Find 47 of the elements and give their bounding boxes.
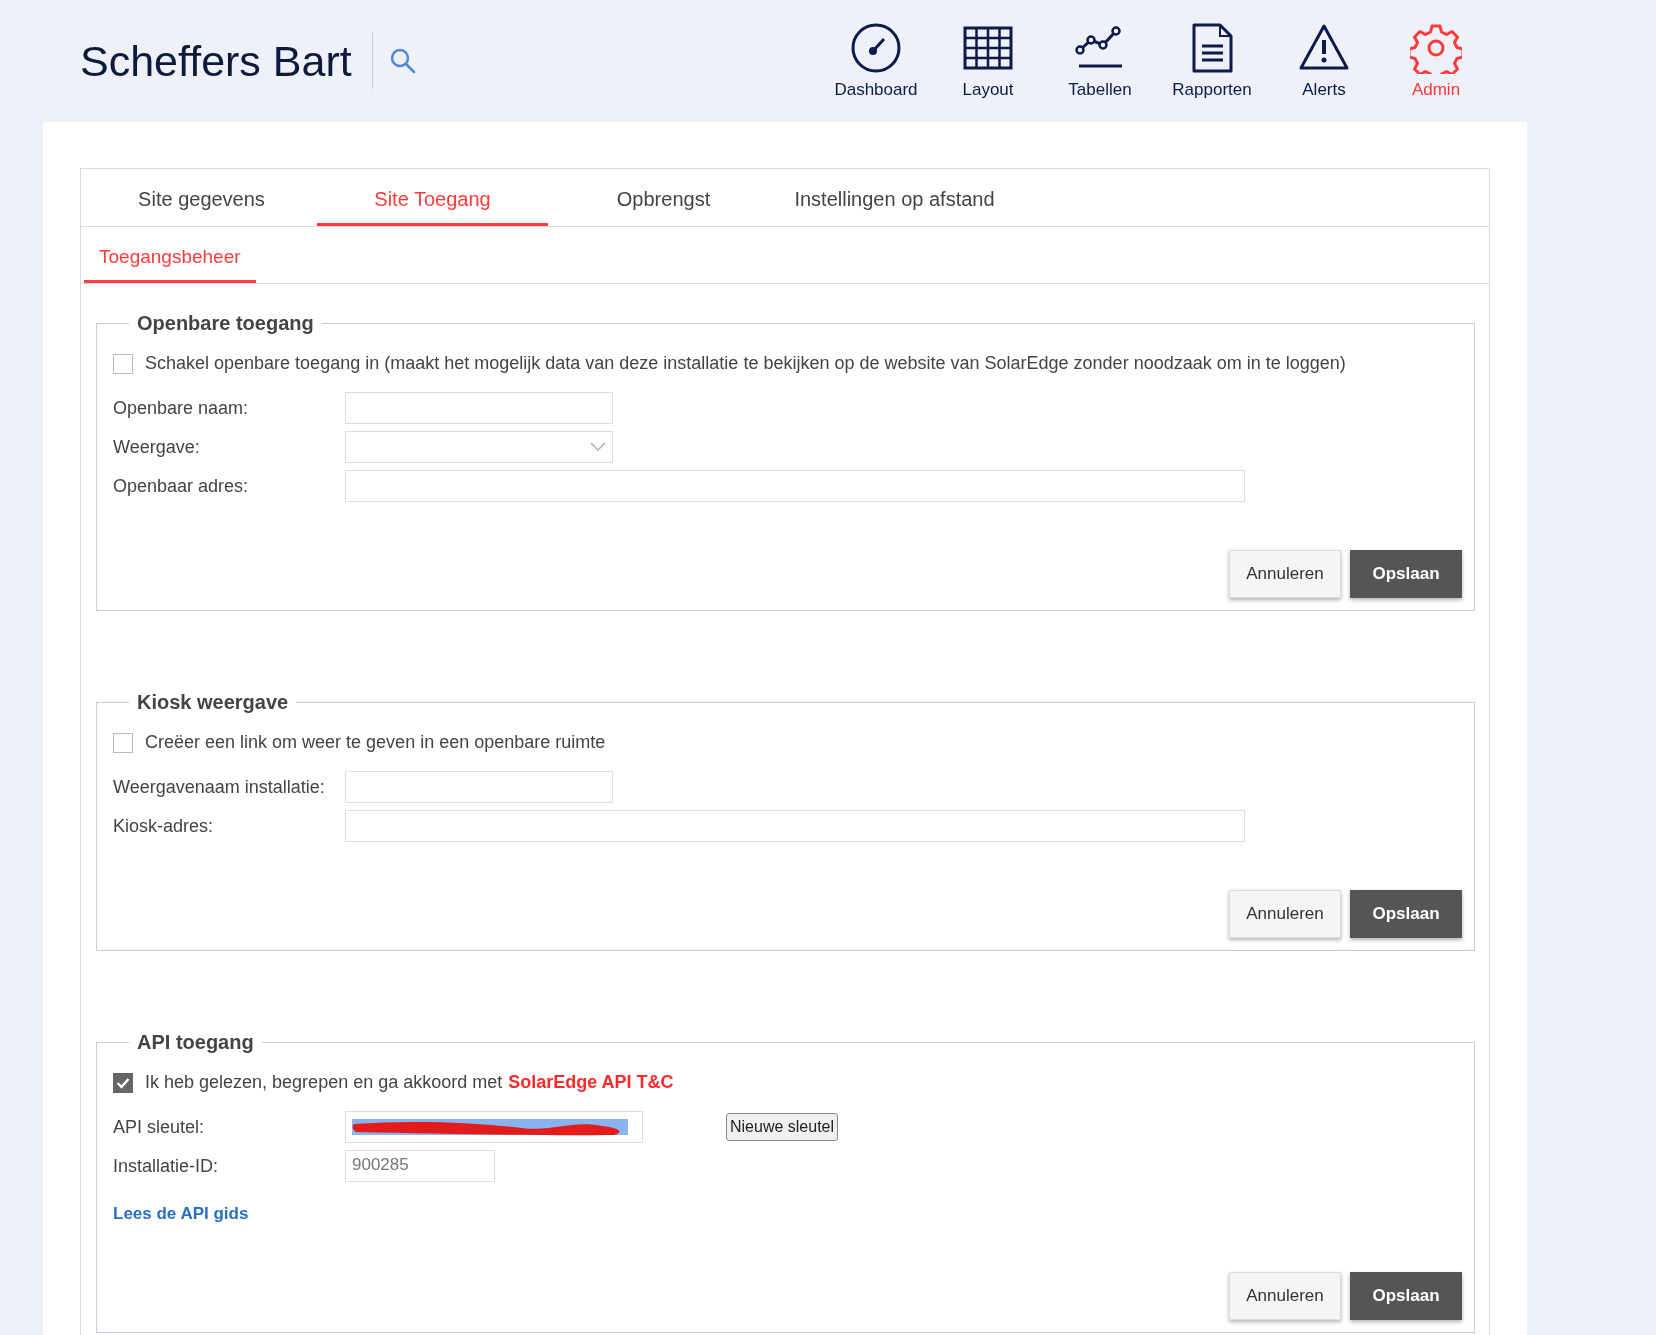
nav-item[interactable]: Tabellen [1044,22,1156,100]
nav-item[interactable]: Layout [932,22,1044,100]
tab[interactable]: Instellingen op afstand [779,169,1010,226]
id-field: 900285 [345,1150,495,1182]
tab[interactable]: Opbrengst [548,169,779,226]
checkbox-label: Schakel openbare toegang in (maakt het mogelijk data van deze installatie te bekijken op de website van SolarEdge zonder noodzaak om in te loggen) [145,353,1346,374]
terms-link[interactable]: SolarEdge API T&C [508,1072,674,1093]
checkbox[interactable] [113,353,133,374]
group-title: Kiosk weergave [136,691,290,714]
checkbox[interactable] [113,732,133,753]
cancel-button[interactable]: Annuleren [1229,1272,1341,1320]
search-icon[interactable] [388,47,417,75]
text-field[interactable] [345,470,1245,502]
field-label: Weergave: [113,436,201,458]
field-label: Openbaar adres: [113,475,250,497]
field-label: Openbare naam: [113,397,250,419]
site-title: Scheffers Bart [80,33,373,89]
field-label: API sleutel: [113,1116,206,1138]
nav-item[interactable]: Dashboard [820,22,932,100]
new-key-button[interactable]: Nieuwe sleutel [726,1113,839,1141]
chevron-down-icon [590,442,606,452]
checkbox[interactable] [113,1072,133,1093]
group-title: Openbare toegang [136,312,315,335]
text-field[interactable] [345,392,613,424]
cancel-button[interactable]: Annuleren [1229,550,1341,598]
api-key-field[interactable] [345,1111,643,1143]
dropdown[interactable] [345,431,613,463]
nav-item[interactable]: Alerts [1268,22,1380,100]
checkbox-label: Ik heb gelezen, begrepen en ga akkoord met [145,1072,503,1093]
save-button[interactable]: Opslaan [1350,890,1462,938]
field-label: Installatie-ID: [113,1155,220,1177]
save-button[interactable]: Opslaan [1350,1272,1462,1320]
text-field[interactable] [345,810,1245,842]
nav-item[interactable]: Rapporten [1156,22,1268,100]
subtab[interactable]: Toegangsbeheer [84,227,256,283]
text-field[interactable] [345,771,613,803]
tab[interactable]: Site gegevens [86,169,317,226]
field-label: Weergavenaam installatie: [113,776,326,798]
checkbox-label: Creëer een link om weer te geven in een openbare ruimte [145,732,606,753]
cancel-button[interactable]: Annuleren [1229,890,1341,938]
gauge-icon [850,22,902,74]
api-guide-link[interactable]: Lees de API gids [113,1204,249,1224]
field-label: Kiosk-adres: [113,815,215,837]
settings-icon [1410,22,1462,74]
save-button[interactable]: Opslaan [1350,550,1462,598]
tab[interactable]: Site Toegang [317,169,548,226]
group-title: API toegang [136,1031,255,1054]
